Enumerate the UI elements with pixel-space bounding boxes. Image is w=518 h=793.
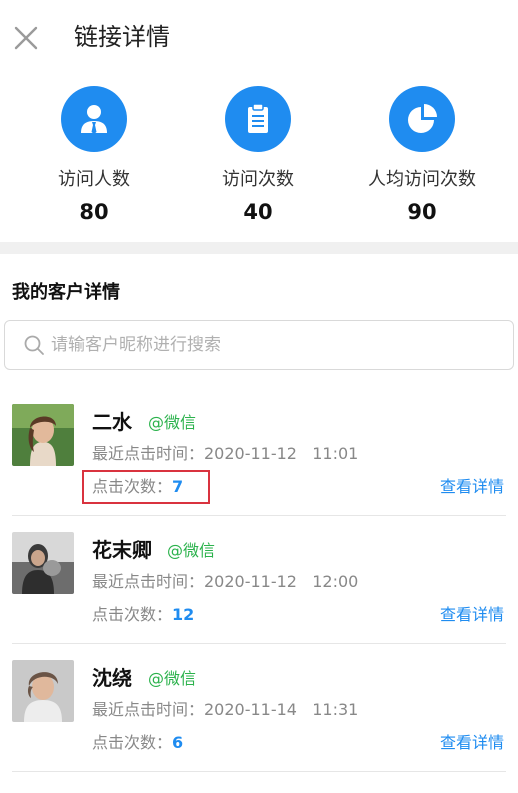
stat-visitors: 访问人数 80 [14,86,174,226]
view-details-link[interactable]: 查看详情 [440,603,504,627]
search-box[interactable] [4,320,514,370]
source-tag: @微信 [148,669,197,688]
header-bar: 链接详情 [0,0,518,80]
close-icon [14,26,38,50]
avatar [12,660,74,722]
stat-visits: 访问次数 40 [178,86,338,226]
stat-value: 40 [243,200,273,224]
customer-name: 沈绕 [92,666,132,690]
stat-label: 人均访问次数 [368,169,476,190]
stat-label: 访问次数 [222,169,294,190]
customer-name: 二水 [92,410,132,434]
stat-value: 90 [407,200,437,224]
last-click-time: 最近点击时间：2020-11-12 11:01 [92,444,359,463]
click-count: 点击次数：12 [92,603,194,627]
customer-row: 沈绕 @微信 最近点击时间：2020-11-14 11:31 点击次数：6 查看… [0,644,518,772]
avatar [12,404,74,466]
clipboard-icon [225,86,291,152]
source-tag: @微信 [148,413,197,432]
last-click-time: 最近点击时间：2020-11-14 11:31 [92,700,359,719]
stat-avg-visits: 人均访问次数 90 [342,86,502,226]
section-title: 我的客户详情 [12,282,120,303]
highlight-box [82,470,210,504]
customer-name: 花末卿 [92,538,152,562]
search-input[interactable] [51,335,491,355]
stat-value: 80 [79,200,109,224]
last-click-time: 最近点击时间：2020-11-12 12:00 [92,572,359,591]
click-count: 点击次数：6 [92,731,183,755]
user-icon [61,86,127,152]
source-tag: @微信 [167,541,216,560]
click-count-value: 6 [172,733,184,752]
click-count-label: 点击次数： [92,605,173,624]
click-count-value: 12 [172,605,195,624]
close-button[interactable] [10,22,42,54]
view-details-link[interactable]: 查看详情 [440,475,504,499]
page-title: 链接详情 [74,23,170,51]
section-divider [0,242,518,254]
stat-label: 访问人数 [58,169,130,190]
search-icon [24,335,44,355]
pie-chart-icon [389,86,455,152]
stats-panel: 访问人数 80 访问次数 40 人均访问次数 90 [0,86,518,236]
row-divider [12,771,506,772]
avatar [12,532,74,594]
customer-row: 二水 @微信 最近点击时间：2020-11-12 11:01 点击次数：7 查看… [0,388,518,516]
click-count-label: 点击次数： [92,733,173,752]
customer-row: 花末卿 @微信 最近点击时间：2020-11-12 12:00 点击次数：12 … [0,516,518,644]
view-details-link[interactable]: 查看详情 [440,731,504,755]
